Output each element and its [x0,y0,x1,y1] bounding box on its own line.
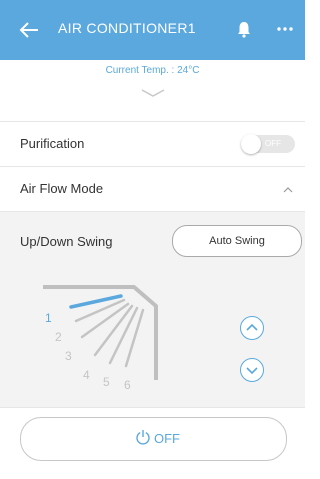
vane-number-3: 3 [65,349,72,363]
purification-toggle[interactable]: OFF [241,134,295,154]
bell-icon[interactable] [236,20,252,38]
air-flow-mode-label: Air Flow Mode [20,181,104,196]
vane-number-1: 1 [45,311,52,325]
chevron-down-icon[interactable] [140,88,166,98]
app-header: AIR CONDITIONER1 [0,0,305,60]
air-flow-mode-row[interactable]: Air Flow Mode [0,166,305,211]
purification-label: Purification [20,136,85,151]
page-title: AIR CONDITIONER1 [58,20,196,36]
vane-number-4: 4 [83,368,90,382]
vane-up-button[interactable] [240,316,264,340]
current-temp: Current Temp. : 24°C [105,65,200,76]
swing-panel: Up/Down Swing Auto Swing 1 2 3 4 5 6 [0,211,305,407]
vane-position-diagram: 1 2 3 4 5 6 [43,285,158,392]
vane-number-5: 5 [103,375,110,389]
up-down-swing-label: Up/Down Swing [20,234,113,249]
power-button[interactable]: OFF [20,417,287,461]
arrow-left-icon[interactable] [18,20,40,40]
chevron-up-icon [246,323,258,331]
vane-down-button[interactable] [240,358,264,382]
purification-row: Purification OFF [0,121,305,166]
chevron-down-icon [246,367,258,375]
vane-number-2: 2 [55,330,62,344]
toggle-state-text: OFF [265,139,281,148]
vane-line-6[interactable] [124,308,145,368]
vane-number-6: 6 [124,378,131,392]
auto-swing-button[interactable]: Auto Swing [172,225,302,257]
bottom-bar: OFF [0,407,305,479]
power-icon [136,430,150,445]
toggle-knob [241,134,261,154]
power-label: OFF [154,431,180,446]
chevron-up-icon[interactable] [283,186,293,193]
more-dots-icon[interactable] [275,22,295,36]
